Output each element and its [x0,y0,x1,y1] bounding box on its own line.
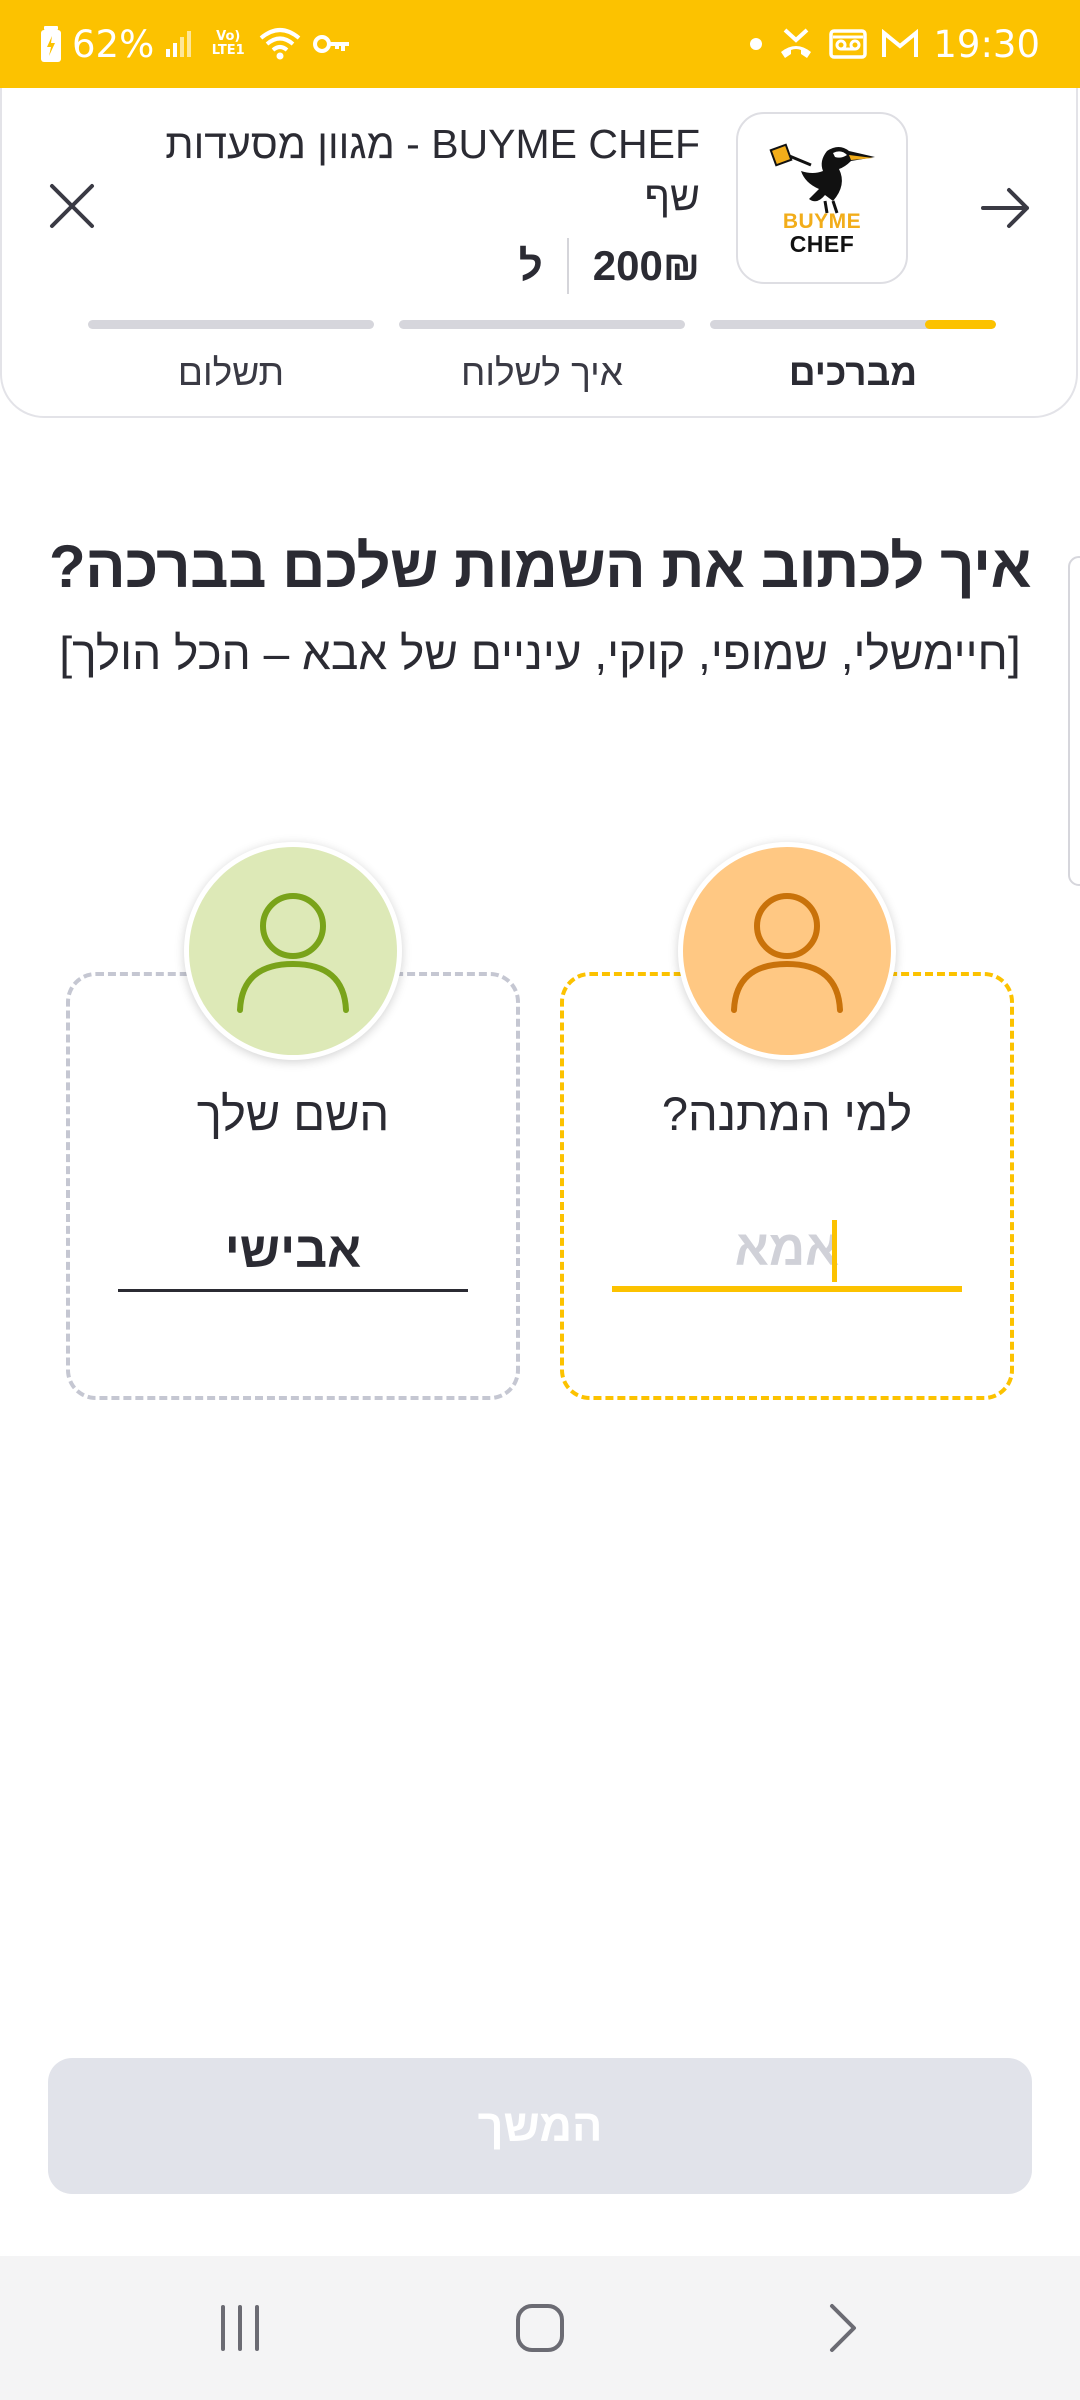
logo-text-chef: CHEF [789,231,855,257]
step-label: מברכים [788,352,918,393]
battery-icon [40,26,62,62]
clock: 19:30 [933,22,1040,66]
pelican-logo-icon [769,143,875,214]
arrow-right-icon [981,188,1029,228]
step-greeting[interactable]: מברכים [710,320,996,400]
status-right: 19:30 [749,22,1040,66]
price-divider [566,238,569,294]
status-left: 62% Vo) LTE1 [40,22,352,66]
person-icon [731,893,843,1013]
brand-logo: BUYME CHEF [736,112,908,284]
step-track [88,320,374,329]
wifi-icon [258,26,302,62]
status-bar: 62% Vo) LTE1 19:30 [0,0,1080,88]
price-unit: ל [518,242,543,289]
battery-percent: 62% [72,22,155,66]
side-tab-handle[interactable] [1068,556,1080,886]
home-icon [516,2304,564,2352]
signal-icon [164,29,198,59]
product-title: BUYME CHEF - מגוון מסעדות שף [165,121,700,219]
step-payment[interactable]: תשלום [88,320,374,400]
recipient-name-input[interactable] [612,1210,962,1292]
step-label: איך לשלוח [461,352,623,393]
sender-label: השם שלך [196,1087,390,1140]
recipient-avatar [678,842,896,1060]
text-caret [832,1220,837,1282]
recipient-label: למי המתנה? [661,1087,913,1140]
step-track [399,320,685,329]
vpn-key-icon [312,31,352,57]
chevron-right-icon [830,2304,856,2352]
price: 200₪ [592,242,700,289]
recent-apps-icon [221,2305,259,2351]
home-button[interactable] [500,2288,580,2368]
header-card: BUYME CHEF - מגוון מסעדות שף 200₪ ל BUYM… [0,88,1078,418]
lte-label: Vo) LTE1 [211,29,245,58]
step-delivery[interactable]: איך לשלוח [399,320,685,400]
close-icon [50,184,94,228]
price-row: 200₪ ל [519,236,700,296]
page-title: איך לכתוב את השמות שלכם בברכה? [48,533,1032,600]
sender-avatar [184,842,402,1060]
missed-call-icon [777,26,815,62]
dot-icon [749,37,763,51]
gmail-icon [881,29,919,59]
step-track [710,320,996,329]
recent-apps-button[interactable] [200,2288,280,2368]
close-button[interactable] [42,176,102,236]
progress-steps: מברכים איך לשלוח תשלום [88,320,996,400]
back-button[interactable] [974,176,1038,240]
back-nav-button[interactable] [802,2288,882,2368]
step-label: תשלום [177,352,285,393]
person-icon [237,893,349,1013]
sender-name-input[interactable] [118,1210,468,1292]
voicemail-icon [829,28,868,60]
hint-text: [חיימשלי, שמופי, קוקי, עיניים של אבא – ה… [59,627,1021,679]
step-progress-fill [924,320,996,329]
system-nav-bar [0,2256,1080,2400]
logo-text-buyme: BUYME [782,210,862,233]
continue-button[interactable]: המשך [48,2058,1032,2194]
